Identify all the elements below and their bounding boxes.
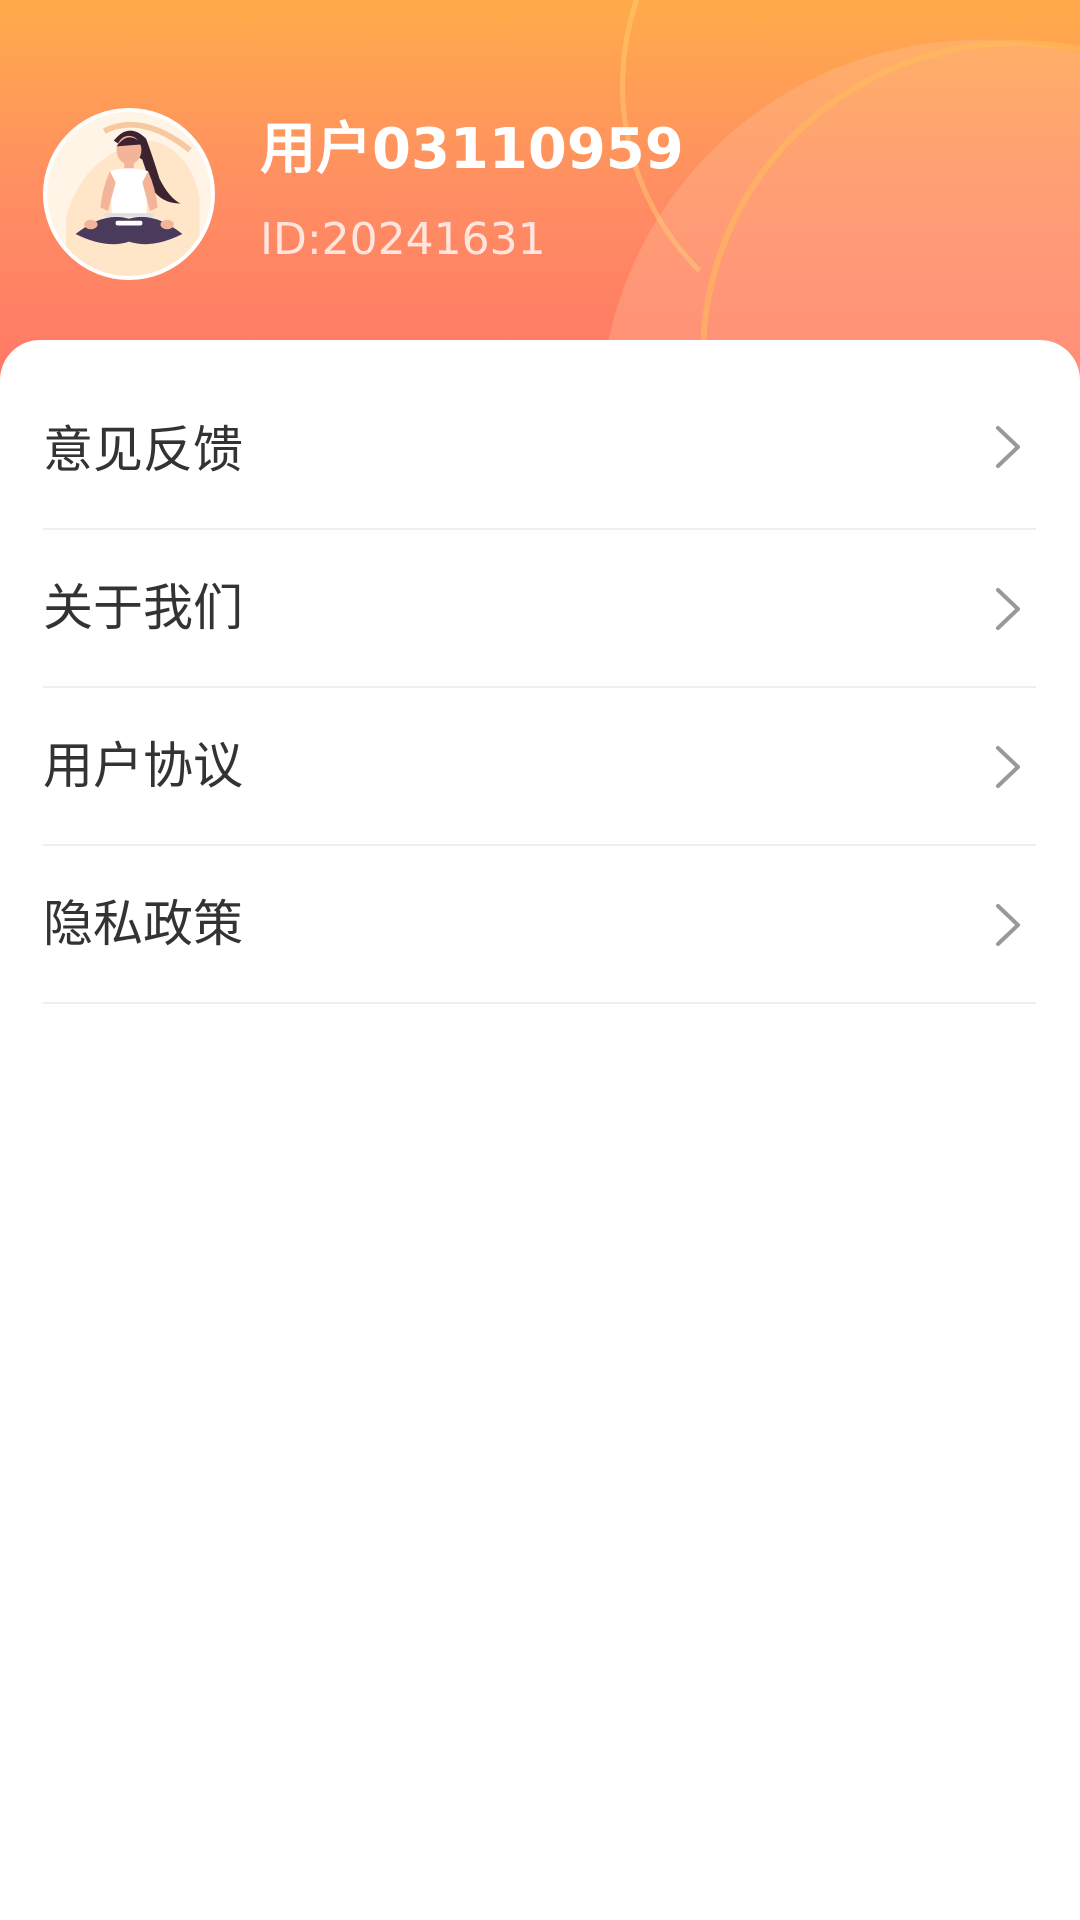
user-id: ID:20241631 — [260, 214, 546, 265]
menu-item-privacy-policy[interactable]: 隐私政策 — [43, 846, 1036, 1004]
chevron-right-icon — [996, 746, 1020, 788]
profile-page: 用户03110959 ID:20241631 意见反馈 关于我们 用户协议 隐私… — [0, 0, 1080, 1920]
menu-card: 意见反馈 关于我们 用户协议 隐私政策 — [0, 340, 1080, 1920]
menu-item-label: 意见反馈 — [43, 421, 243, 479]
menu-item-user-agreement[interactable]: 用户协议 — [43, 688, 1036, 846]
menu-item-label: 用户协议 — [43, 737, 243, 795]
menu-item-feedback[interactable]: 意见反馈 — [43, 340, 1036, 530]
settings-menu: 意见反馈 关于我们 用户协议 隐私政策 — [43, 340, 1036, 1004]
menu-item-label: 关于我们 — [43, 579, 243, 637]
avatar[interactable] — [43, 108, 215, 280]
chevron-right-icon — [996, 588, 1020, 630]
menu-item-about-us[interactable]: 关于我们 — [43, 530, 1036, 688]
meditating-woman-avatar-icon — [47, 112, 211, 276]
chevron-right-icon — [996, 904, 1020, 946]
menu-item-label: 隐私政策 — [43, 895, 243, 953]
chevron-right-icon — [996, 426, 1020, 468]
user-name: 用户03110959 — [260, 117, 684, 182]
